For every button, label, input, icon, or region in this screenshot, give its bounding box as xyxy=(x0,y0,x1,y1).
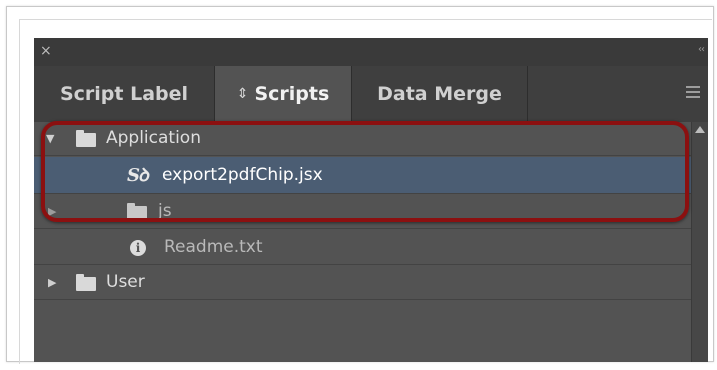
disclosure-collapsed-icon[interactable]: ▶ xyxy=(48,205,56,218)
tree-item-label: Application xyxy=(106,128,201,148)
tab-label: Data Merge xyxy=(377,83,502,105)
tree-item-label: User xyxy=(106,272,145,292)
scripts-panel: × ‹‹ Script Label ⇕ Scripts Data Merge ▼… xyxy=(34,38,708,362)
frame-guide-horizontal xyxy=(19,19,712,20)
tree-empty-row xyxy=(34,302,691,336)
panel-menu-icon[interactable] xyxy=(686,86,700,98)
info-icon: i xyxy=(130,240,146,256)
frame-guide-vertical xyxy=(19,19,20,364)
collapse-icon[interactable]: ‹‹ xyxy=(698,44,705,55)
sort-arrows-icon: ⇕ xyxy=(236,86,249,102)
tree-item-export2pdfchip[interactable]: Sꝺ export2pdfChip.jsx xyxy=(34,157,691,194)
tree-item-application[interactable]: ▼ Application xyxy=(34,122,691,156)
folder-icon xyxy=(76,274,96,291)
tree-item-user[interactable]: ▶ User xyxy=(34,266,691,300)
disclosure-expanded-icon[interactable]: ▼ xyxy=(46,132,54,145)
vertical-scrollbar[interactable] xyxy=(691,122,708,362)
tab-data-merge[interactable]: Data Merge xyxy=(352,66,528,122)
folder-icon xyxy=(76,130,96,147)
tree-item-label: Readme.txt xyxy=(164,237,263,257)
folder-icon xyxy=(127,203,147,220)
panel-title-bar: × ‹‹ xyxy=(34,38,708,66)
tree-item-label: export2pdfChip.jsx xyxy=(162,165,323,185)
tab-label: Scripts xyxy=(254,83,330,105)
scroll-up-arrow-icon[interactable] xyxy=(695,126,705,133)
tree-item-label: js xyxy=(158,201,172,221)
tree-item-js[interactable]: ▶ js xyxy=(34,195,691,229)
tree-item-readme[interactable]: i Readme.txt xyxy=(34,231,691,265)
close-icon[interactable]: × xyxy=(40,43,52,59)
script-tree: ▼ Application Sꝺ export2pdfChip.jsx ▶ js… xyxy=(34,122,708,362)
tab-script-label[interactable]: Script Label xyxy=(34,66,215,122)
tab-bar: Script Label ⇕ Scripts Data Merge xyxy=(34,66,708,122)
disclosure-collapsed-icon[interactable]: ▶ xyxy=(48,276,56,289)
tab-label: Script Label xyxy=(59,83,189,105)
script-file-icon: Sꝺ xyxy=(127,165,149,186)
tab-scripts[interactable]: ⇕ Scripts xyxy=(215,66,352,122)
